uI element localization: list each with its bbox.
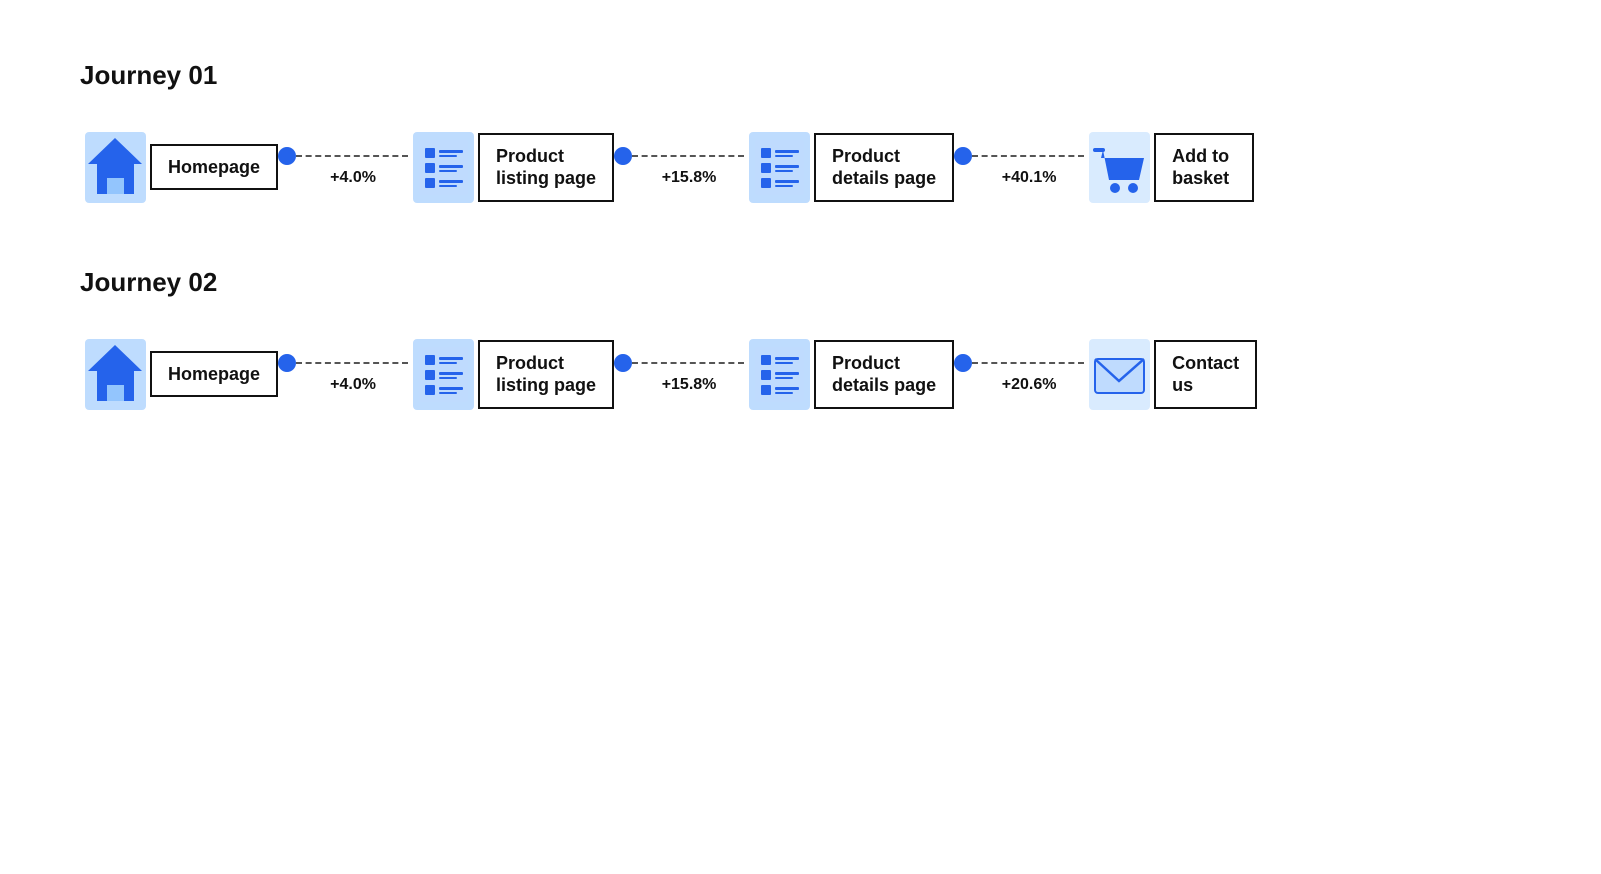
details-icon-j1	[744, 127, 814, 207]
journey-02-section: Journey 02 Homepage +4.0%	[80, 267, 1521, 414]
cart-icon-j1	[1084, 127, 1154, 207]
connector-2-j2: +15.8%	[614, 354, 744, 394]
home-icon-j2	[80, 334, 150, 414]
homepage-label-j1: Homepage	[150, 144, 278, 191]
step-listing-j2: Productlisting page	[408, 334, 614, 414]
pct-3-j2: +20.6%	[954, 376, 1084, 394]
connector-1-j1: +4.0%	[278, 147, 408, 187]
pct-1-j1: +4.0%	[278, 169, 408, 187]
step-homepage-j1: Homepage	[80, 127, 278, 207]
dotted-line-3-j2	[972, 362, 1084, 364]
connector-1-j2: +4.0%	[278, 354, 408, 394]
connector-3-j1: +40.1%	[954, 147, 1084, 187]
step-listing-j1: Productlisting page	[408, 127, 614, 207]
cart-label-j1: Add tobasket	[1154, 133, 1254, 202]
listing-icon-j1	[408, 127, 478, 207]
dotted-line-2-j2	[632, 362, 744, 364]
step-cart-j1: Add tobasket	[1084, 127, 1254, 207]
step-details-j2: Productdetails page	[744, 334, 954, 414]
dotted-line-1-j2	[296, 362, 408, 364]
connector-3-j2: +20.6%	[954, 354, 1084, 394]
journey-01-section: Journey 01 Homepage +4.0%	[80, 60, 1521, 207]
dot-2-j1	[614, 147, 632, 165]
envelope-icon-j2	[1084, 334, 1154, 414]
step-contact-j2: Contactus	[1084, 334, 1257, 414]
listing-label-j2: Productlisting page	[478, 340, 614, 409]
connector-2-j1: +15.8%	[614, 147, 744, 187]
listing-icon-j2	[408, 334, 478, 414]
dot-2-j2	[614, 354, 632, 372]
dotted-line-2-j1	[632, 155, 744, 157]
listing-label-j1: Productlisting page	[478, 133, 614, 202]
journey-02-flow: Homepage +4.0%	[80, 334, 1521, 414]
pct-2-j2: +15.8%	[614, 376, 744, 394]
journey-02-title: Journey 02	[80, 267, 1521, 298]
step-details-j1: Productdetails page	[744, 127, 954, 207]
pct-3-j1: +40.1%	[954, 169, 1084, 187]
dotted-line-3-j1	[972, 155, 1084, 157]
contact-label-j2: Contactus	[1154, 340, 1257, 409]
homepage-label-j2: Homepage	[150, 351, 278, 398]
details-label-j2: Productdetails page	[814, 340, 954, 409]
dot-1-j1	[278, 147, 296, 165]
journey-01-flow: Homepage +4.0%	[80, 127, 1521, 207]
dot-1-j2	[278, 354, 296, 372]
dot-3-j2	[954, 354, 972, 372]
details-icon-j2	[744, 334, 814, 414]
journey-01-title: Journey 01	[80, 60, 1521, 91]
step-homepage-j2: Homepage	[80, 334, 278, 414]
home-icon-j1	[80, 127, 150, 207]
details-label-j1: Productdetails page	[814, 133, 954, 202]
dot-3-j1	[954, 147, 972, 165]
pct-2-j1: +15.8%	[614, 169, 744, 187]
pct-1-j2: +4.0%	[278, 376, 408, 394]
dotted-line-1-j1	[296, 155, 408, 157]
